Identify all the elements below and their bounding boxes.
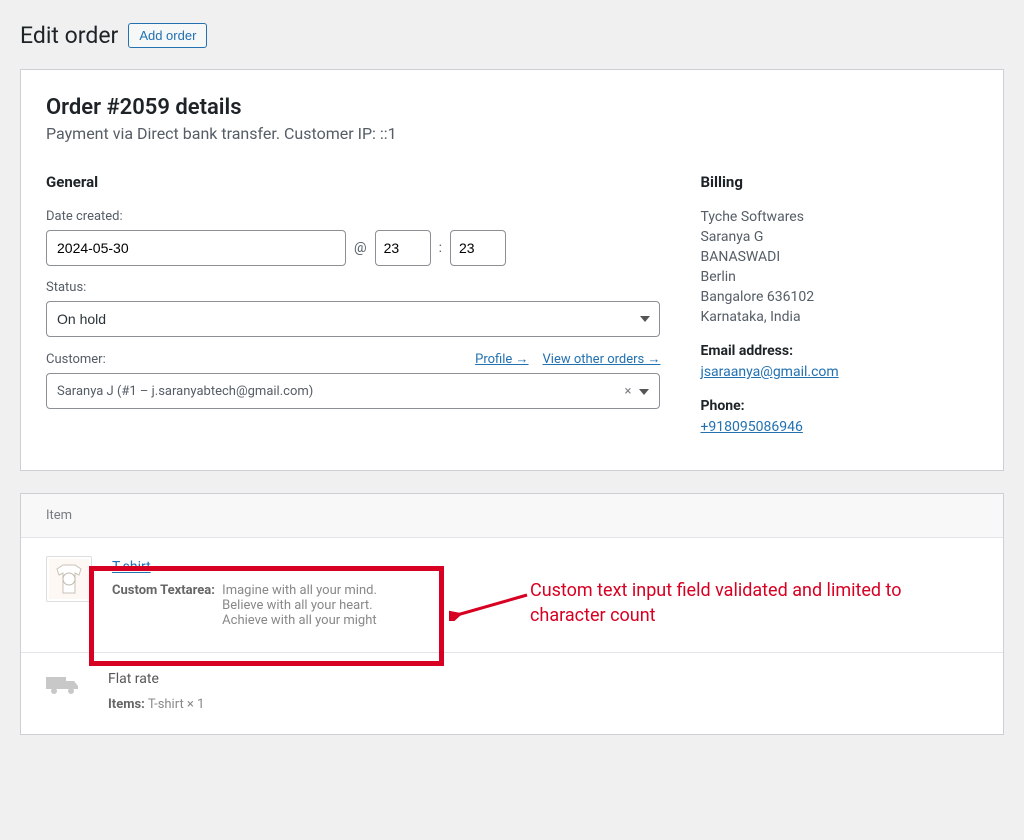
shipping-items-label: Items: — [108, 697, 145, 712]
product-thumbnail[interactable] — [46, 556, 92, 602]
email-label: Email address: — [700, 343, 978, 359]
shipping-method-name: Flat rate — [108, 671, 978, 687]
order-details-subtitle: Payment via Direct bank transfer. Custom… — [46, 124, 978, 143]
general-heading: General — [46, 173, 660, 191]
time-colon: : — [439, 240, 442, 256]
billing-heading: Billing — [700, 173, 978, 191]
customer-label: Customer: — [46, 352, 106, 367]
chevron-down-icon[interactable] — [639, 384, 649, 399]
page-title: Edit order — [20, 22, 118, 49]
minute-input[interactable] — [450, 230, 506, 266]
annotation-arrow — [449, 591, 529, 621]
billing-line: Bangalore 636102 — [700, 289, 978, 305]
date-created-label: Date created: — [46, 209, 660, 224]
billing-phone-link[interactable]: +918095086946 — [700, 419, 802, 435]
date-created-input[interactable] — [46, 230, 346, 266]
billing-line: Tyche Softwares — [700, 209, 978, 225]
annotation-box — [89, 566, 444, 666]
billing-line: Berlin — [700, 269, 978, 285]
add-order-button[interactable]: Add order — [128, 23, 207, 48]
status-label: Status: — [46, 280, 660, 295]
billing-line: Karnataka, India — [700, 309, 978, 325]
billing-line: Saranya G — [700, 229, 978, 245]
billing-email-link[interactable]: jsaraanya@gmail.com — [700, 364, 838, 380]
at-symbol: @ — [354, 240, 367, 256]
profile-link[interactable]: Profile → — [475, 351, 528, 367]
annotation-text: Custom text input field validated and li… — [530, 578, 950, 628]
hour-input[interactable] — [375, 230, 431, 266]
shipping-items-value: T-shirt × 1 — [148, 697, 205, 712]
phone-label: Phone: — [700, 398, 978, 414]
view-other-orders-link[interactable]: View other orders → — [543, 351, 661, 367]
items-header: Item — [21, 494, 1003, 538]
order-details-panel: Order #2059 details Payment via Direct b… — [20, 69, 1004, 471]
billing-line: BANASWADI — [700, 249, 978, 265]
clear-customer-icon[interactable]: × — [625, 384, 632, 399]
status-select[interactable]: On hold — [46, 301, 660, 337]
customer-select-value: Saranya J (#1 – j.saranyabtech@gmail.com… — [57, 384, 313, 399]
truck-icon — [46, 671, 80, 699]
order-details-title: Order #2059 details — [46, 95, 978, 120]
customer-select[interactable]: Saranya J (#1 – j.saranyabtech@gmail.com… — [46, 373, 660, 409]
